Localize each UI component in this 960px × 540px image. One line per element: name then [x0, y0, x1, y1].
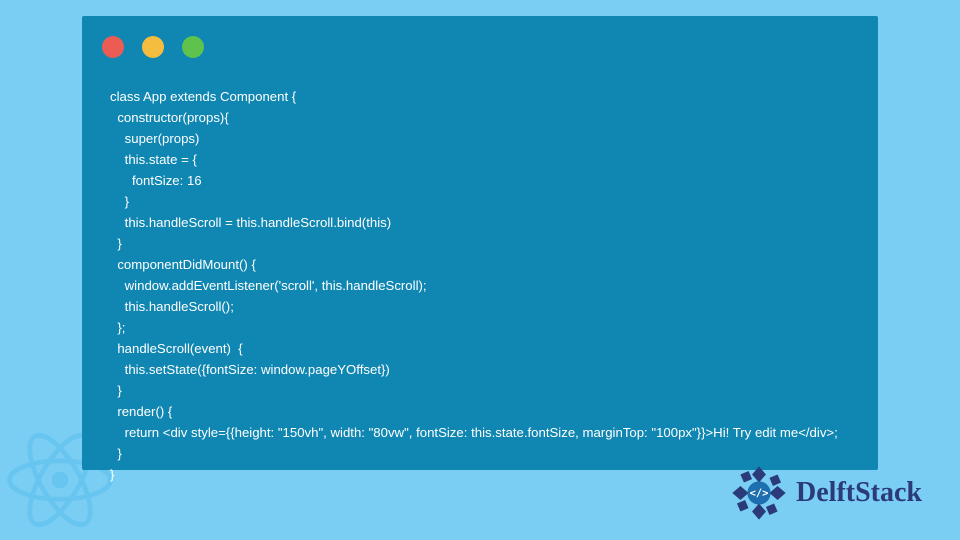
brand: </> DelftStack: [730, 464, 922, 522]
code-content: class App extends Component { constructo…: [110, 86, 858, 485]
minimize-icon[interactable]: [142, 36, 164, 58]
svg-text:</>: </>: [750, 487, 769, 499]
brand-logo-icon: </>: [730, 464, 788, 522]
window-controls: [102, 36, 204, 58]
brand-name: DelftStack: [796, 477, 922, 509]
code-window: class App extends Component { constructo…: [82, 16, 878, 470]
maximize-icon[interactable]: [182, 36, 204, 58]
close-icon[interactable]: [102, 36, 124, 58]
